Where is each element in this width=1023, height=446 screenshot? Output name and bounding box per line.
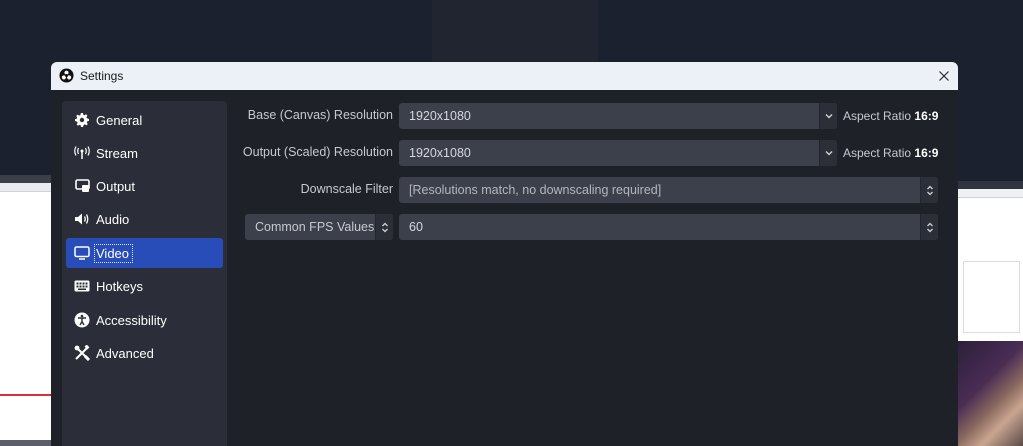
sidebar-item-accessibility[interactable]: Accessibility [66,305,223,335]
chevron-down-icon[interactable] [819,103,837,129]
output-icon [74,178,90,194]
sidebar-item-general[interactable]: General [66,105,223,135]
chevron-down-icon[interactable] [819,140,837,166]
webcam-preview [958,341,1023,446]
close-icon [939,71,949,81]
obs-logo-icon [59,68,74,83]
up-down-arrows-icon[interactable] [375,214,393,240]
close-button[interactable] [930,62,958,90]
output-resolution-value: 1920x1080 [409,146,471,160]
sidebar-item-video[interactable]: Video [66,238,223,268]
gear-icon [74,112,90,128]
sidebar-item-label: Output [96,178,136,194]
fps-value-select[interactable]: 60 [399,214,938,240]
sidebar-item-label: Hotkeys [96,278,143,294]
window-title: Settings [80,69,124,83]
output-resolution-label: Output (Scaled) Resolution [242,145,393,159]
up-down-arrows-icon[interactable] [920,214,938,240]
settings-sidebar: General Stream Output Audio Video Hotkey… [62,101,227,446]
fps-type-select[interactable]: Common FPS Values [245,214,393,240]
base-resolution-value: 1920x1080 [409,109,471,123]
background-browser-thumbnail [0,175,51,446]
accessibility-icon [74,312,90,328]
base-resolution-label: Base (Canvas) Resolution [247,108,393,122]
sidebar-item-label: Stream [96,145,138,161]
sidebar-item-hotkeys[interactable]: Hotkeys [66,271,223,301]
keyboard-icon [74,278,90,294]
desktop-stripe [432,0,598,62]
settings-window: Settings General Stream Output Audio Vid… [51,62,958,446]
sidebar-item-label: General [96,112,143,128]
downscale-filter-label: Downscale Filter [300,182,393,196]
tools-icon [74,345,90,361]
antenna-icon [74,145,90,161]
sidebar-item-audio[interactable]: Audio [66,204,223,234]
sidebar-item-stream[interactable]: Stream [66,138,223,168]
downscale-filter-value: [Resolutions match, no downscaling requi… [409,183,662,197]
output-resolution-combobox[interactable]: 1920x1080 [399,140,837,166]
downscale-filter-select[interactable]: [Resolutions match, no downscaling requi… [399,177,938,203]
speaker-icon [74,211,90,227]
fps-type-value: Common FPS Values [255,220,375,234]
monitor-icon [74,245,90,261]
sidebar-item-label: Advanced [96,345,154,361]
output-aspect-ratio: Aspect Ratio 16:9 [843,146,939,160]
sidebar-item-output[interactable]: Output [66,171,223,201]
background-browser-thumbnail-right [958,181,1023,341]
base-resolution-combobox[interactable]: 1920x1080 [399,103,837,129]
up-down-arrows-icon[interactable] [920,177,938,203]
sidebar-item-label: Video [94,243,134,263]
base-aspect-ratio: Aspect Ratio 16:9 [843,109,939,123]
sidebar-item-label: Audio [96,211,130,227]
sidebar-item-label: Accessibility [96,312,167,328]
fps-value: 60 [409,220,423,234]
sidebar-item-advanced[interactable]: Advanced [66,338,223,368]
title-bar: Settings [51,62,958,90]
